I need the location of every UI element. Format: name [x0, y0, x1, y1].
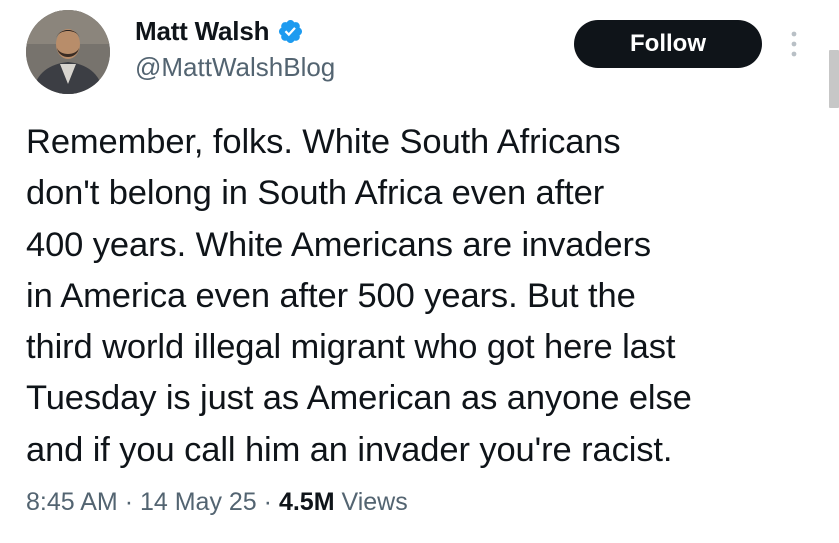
tweet-text: Remember, folks. White South Africans do… — [26, 123, 692, 469]
meta-separator: · — [263, 488, 272, 516]
vertical-ellipsis-icon[interactable] — [786, 28, 802, 60]
author-handle[interactable]: @MattWalshBlog — [135, 52, 335, 83]
follow-button[interactable]: Follow — [574, 20, 762, 68]
display-name[interactable]: Matt Walsh — [135, 16, 269, 47]
scrollbar-thumb[interactable] — [829, 50, 839, 108]
tweet-meta: 8:45 AM · 14 May 25 · 4.5M Views — [26, 488, 408, 517]
tweet-card: Matt Walsh @MattWalshBlog Follow Remembe… — [0, 0, 839, 543]
views-count[interactable]: 4.5M — [279, 488, 335, 516]
display-name-row: Matt Walsh — [135, 14, 304, 48]
avatar-photo-icon — [26, 10, 110, 94]
verified-badge-icon[interactable] — [277, 18, 304, 45]
views-label: Views — [341, 488, 408, 516]
meta-separator: · — [124, 488, 134, 516]
tweet-date[interactable]: 14 May 25 — [140, 488, 257, 516]
tweet-time[interactable]: 8:45 AM — [26, 488, 118, 516]
author-avatar[interactable] — [26, 10, 110, 94]
